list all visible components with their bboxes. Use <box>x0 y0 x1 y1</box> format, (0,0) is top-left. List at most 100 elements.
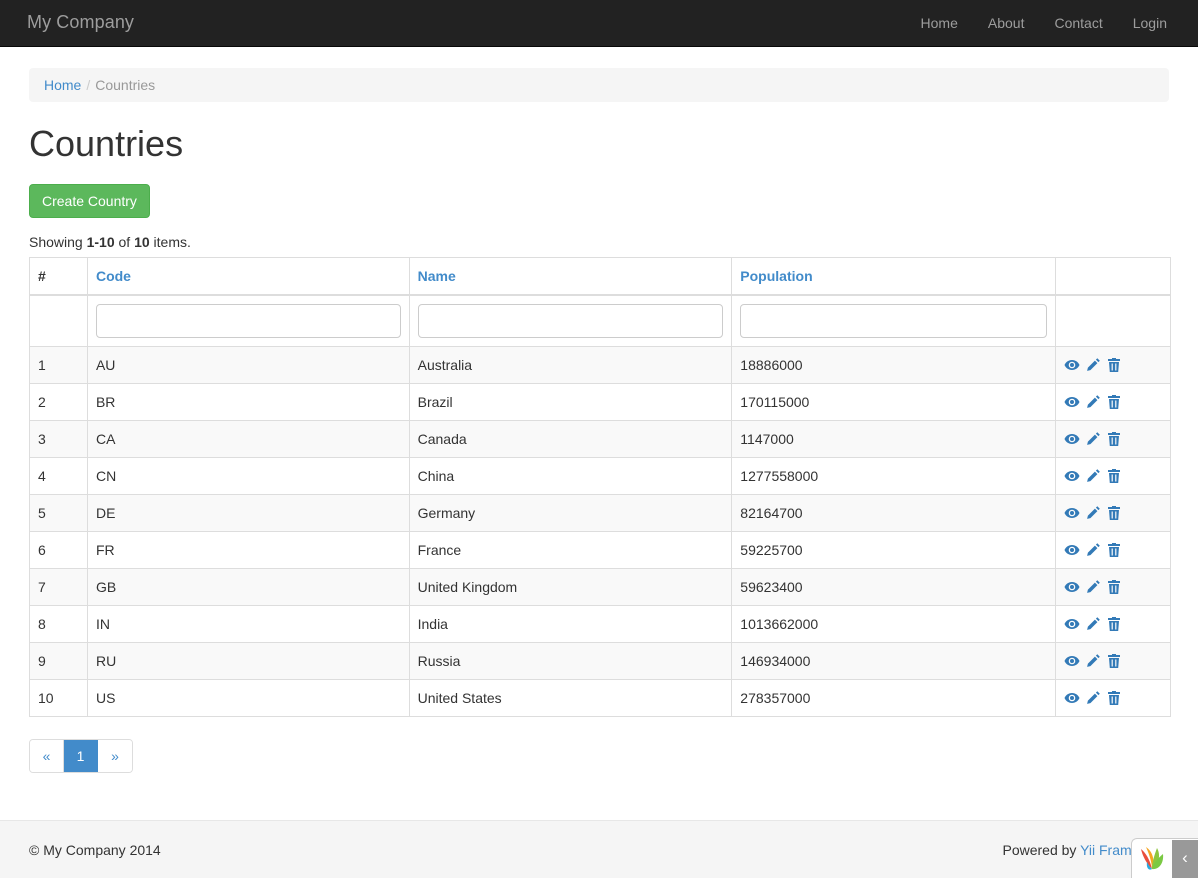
delete-icon[interactable] <box>1106 505 1122 521</box>
nav-item-home[interactable]: Home <box>906 0 973 47</box>
update-icon[interactable] <box>1085 357 1101 373</box>
row-population: 1013662000 <box>732 606 1056 643</box>
view-icon[interactable] <box>1064 505 1080 521</box>
delete-icon[interactable] <box>1106 616 1122 632</box>
sort-link-code[interactable]: Code <box>96 268 131 284</box>
delete-icon[interactable] <box>1106 431 1122 447</box>
footer-inner: © My Company 2014 Powered by Yii Framewo… <box>14 840 1184 860</box>
table-row: 8INIndia1013662000 <box>30 606 1171 643</box>
filter-cell-code <box>87 295 409 347</box>
sort-link-population[interactable]: Population <box>740 268 812 284</box>
breadcrumb-wrapper: Home / Countries <box>29 47 1169 102</box>
table-row: 9RURussia146934000 <box>30 643 1171 680</box>
row-code: FR <box>87 532 409 569</box>
view-icon[interactable] <box>1064 653 1080 669</box>
row-name: Australia <box>409 347 732 384</box>
nav-item-about[interactable]: About <box>973 0 1040 47</box>
nav-item-contact[interactable]: Contact <box>1039 0 1117 47</box>
view-icon[interactable] <box>1064 468 1080 484</box>
update-icon[interactable] <box>1085 616 1101 632</box>
footer-copyright: © My Company 2014 <box>29 840 161 860</box>
filter-cell-name <box>409 295 732 347</box>
nav-link-login[interactable]: Login <box>1118 0 1182 47</box>
filter-input-code[interactable] <box>96 304 401 338</box>
update-icon[interactable] <box>1085 431 1101 447</box>
row-code: AU <box>87 347 409 384</box>
view-icon[interactable] <box>1064 542 1080 558</box>
pagination-page-1[interactable]: 1 <box>64 740 98 772</box>
view-icon[interactable] <box>1064 394 1080 410</box>
update-icon[interactable] <box>1085 653 1101 669</box>
yii-logo-icon <box>1132 840 1172 878</box>
breadcrumb-link-home[interactable]: Home <box>44 77 81 93</box>
row-index: 9 <box>30 643 88 680</box>
table-row: 6FRFrance59225700 <box>30 532 1171 569</box>
pagination-first-link[interactable]: « <box>30 740 64 772</box>
debug-toolbar-toggle[interactable]: ‹ <box>1172 840 1198 878</box>
delete-icon[interactable] <box>1106 542 1122 558</box>
pagination-page-link-1[interactable]: 1 <box>64 740 98 772</box>
summary-middle: of <box>115 234 134 250</box>
update-icon[interactable] <box>1085 542 1101 558</box>
row-code: GB <box>87 569 409 606</box>
view-icon[interactable] <box>1064 690 1080 706</box>
view-icon[interactable] <box>1064 579 1080 595</box>
delete-icon[interactable] <box>1106 579 1122 595</box>
row-index: 8 <box>30 606 88 643</box>
row-population: 1147000 <box>732 421 1056 458</box>
row-index: 10 <box>30 680 88 717</box>
filter-input-population[interactable] <box>740 304 1047 338</box>
pagination-first[interactable]: « <box>30 740 64 772</box>
sort-link-name[interactable]: Name <box>418 268 456 284</box>
view-icon[interactable] <box>1064 431 1080 447</box>
create-country-button[interactable]: Create Country <box>29 184 150 218</box>
table-row: 3CACanada1147000 <box>30 421 1171 458</box>
update-icon[interactable] <box>1085 690 1101 706</box>
page-title: Countries <box>29 124 1169 164</box>
row-actions <box>1056 532 1171 569</box>
row-name: Canada <box>409 421 732 458</box>
view-icon[interactable] <box>1064 616 1080 632</box>
grid-body: 1AUAustralia188860002BRBrazil1701150003C… <box>30 347 1171 717</box>
row-actions <box>1056 495 1171 532</box>
table-row: 5DEGermany82164700 <box>30 495 1171 532</box>
pagination-last-link[interactable]: » <box>98 740 132 772</box>
delete-icon[interactable] <box>1106 394 1122 410</box>
column-header-population[interactable]: Population <box>732 257 1056 295</box>
nav-item-login[interactable]: Login <box>1118 0 1182 47</box>
top-navbar: My Company Home About Contact Login <box>0 0 1198 47</box>
delete-icon[interactable] <box>1106 357 1122 373</box>
nav-link-about[interactable]: About <box>973 0 1040 47</box>
update-icon[interactable] <box>1085 394 1101 410</box>
column-header-code[interactable]: Code <box>87 257 409 295</box>
update-icon[interactable] <box>1085 579 1101 595</box>
row-population: 1277558000 <box>732 458 1056 495</box>
update-icon[interactable] <box>1085 468 1101 484</box>
delete-icon[interactable] <box>1106 468 1122 484</box>
row-population: 278357000 <box>732 680 1056 717</box>
update-icon[interactable] <box>1085 505 1101 521</box>
row-name: Brazil <box>409 384 732 421</box>
filter-cell-actions <box>1056 295 1171 347</box>
delete-icon[interactable] <box>1106 653 1122 669</box>
nav-link-home[interactable]: Home <box>906 0 973 47</box>
row-population: 59225700 <box>732 532 1056 569</box>
grid-head: # Code Name Population <box>30 257 1171 347</box>
grid-header-row: # Code Name Population <box>30 257 1171 295</box>
row-index: 4 <box>30 458 88 495</box>
row-population: 18886000 <box>732 347 1056 384</box>
filter-input-name[interactable] <box>418 304 724 338</box>
navbar-brand[interactable]: My Company <box>0 10 134 36</box>
breadcrumb-item-home[interactable]: Home <box>44 75 81 95</box>
column-header-name[interactable]: Name <box>409 257 732 295</box>
row-code: US <box>87 680 409 717</box>
pagination-last[interactable]: » <box>98 740 132 772</box>
row-index: 1 <box>30 347 88 384</box>
row-actions <box>1056 458 1171 495</box>
view-icon[interactable] <box>1064 357 1080 373</box>
row-code: DE <box>87 495 409 532</box>
delete-icon[interactable] <box>1106 690 1122 706</box>
yii-debug-toolbar[interactable]: ‹ <box>1131 838 1198 878</box>
nav-link-contact[interactable]: Contact <box>1039 0 1117 47</box>
row-code: RU <box>87 643 409 680</box>
